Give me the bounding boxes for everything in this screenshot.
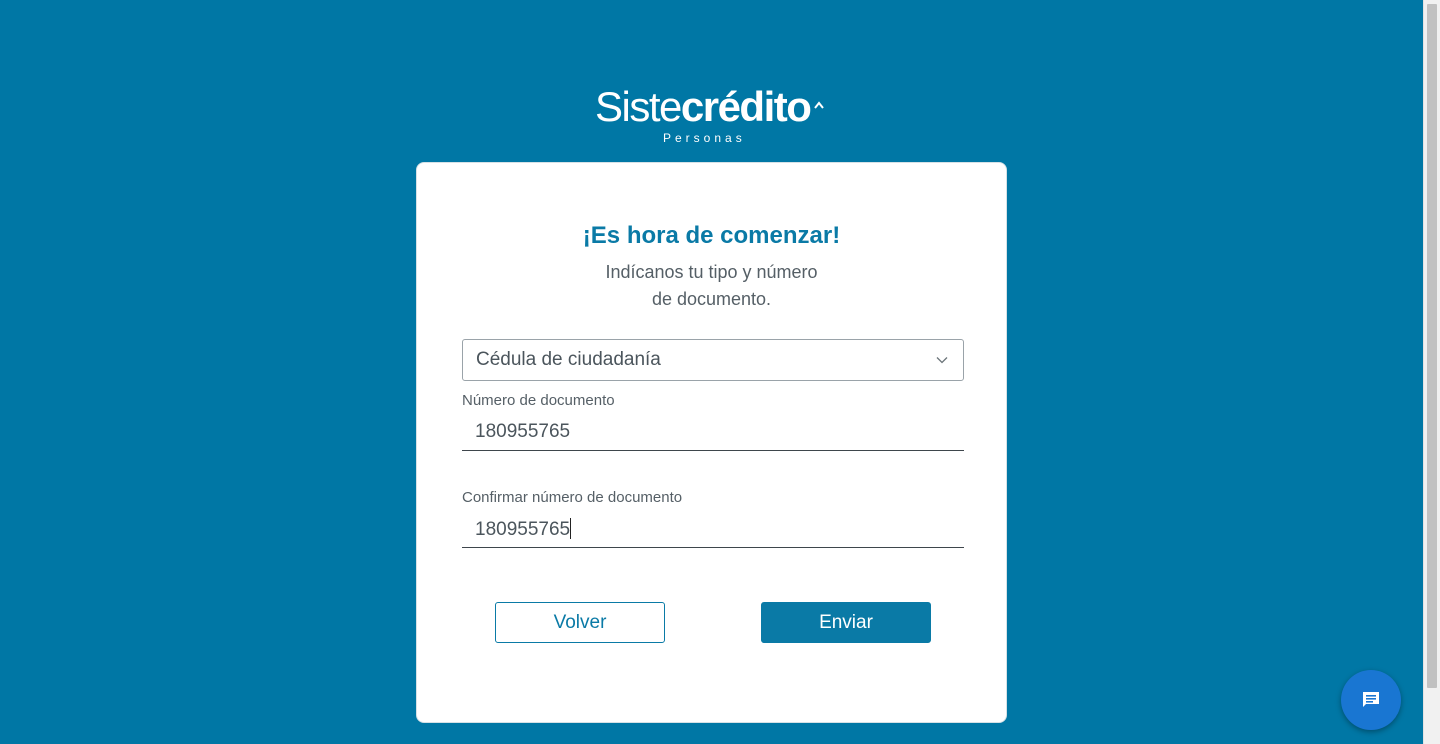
brand-logo: Sistecrédito Personas (595, 82, 827, 148)
logo-brand-bold: crédito (680, 83, 812, 130)
login-card: ¡Es hora de comenzar! Indícanos tu tipo … (416, 162, 1007, 723)
confirm-document-number-label: Confirmar número de documento (462, 489, 683, 506)
subtitle-line-1: Indícanos tu tipo y número (605, 262, 818, 282)
document-type-select[interactable]: Cédula de ciudadanía (462, 339, 964, 381)
send-button[interactable]: Enviar (761, 602, 931, 643)
logo-subtitle: Personas (663, 131, 746, 145)
text-cursor (570, 518, 572, 539)
chat-button[interactable] (1341, 670, 1401, 730)
page-subtitle: Indícanos tu tipo y número de documento. (417, 259, 1006, 313)
document-number-input[interactable]: 180955765 (462, 415, 964, 451)
document-type-value: Cédula de ciudadanía (476, 349, 661, 370)
confirm-document-number-input[interactable]: 180955765 (462, 512, 964, 548)
document-number-label: Número de documento (462, 392, 615, 409)
logo-wordmark: Sistecrédito (595, 82, 812, 132)
logo-arrow-icon (814, 101, 824, 109)
logo-brand-light: Siste (595, 83, 682, 130)
back-button[interactable]: Volver (495, 602, 665, 643)
vertical-scrollbar[interactable] (1423, 0, 1440, 744)
page: Sistecrédito Personas ¡Es hora de comenz… (0, 0, 1440, 744)
confirm-document-number-value: 180955765 (475, 519, 571, 540)
confirm-document-number-value-wrap: 180955765 (475, 518, 572, 541)
chevron-down-icon (936, 357, 948, 364)
document-number-value: 180955765 (475, 421, 571, 442)
chat-bubble-icon (1363, 692, 1379, 707)
subtitle-line-2: de documento. (651, 289, 772, 309)
scrollbar-thumb[interactable] (1427, 4, 1437, 688)
page-title: ¡Es hora de comenzar! (582, 222, 841, 249)
